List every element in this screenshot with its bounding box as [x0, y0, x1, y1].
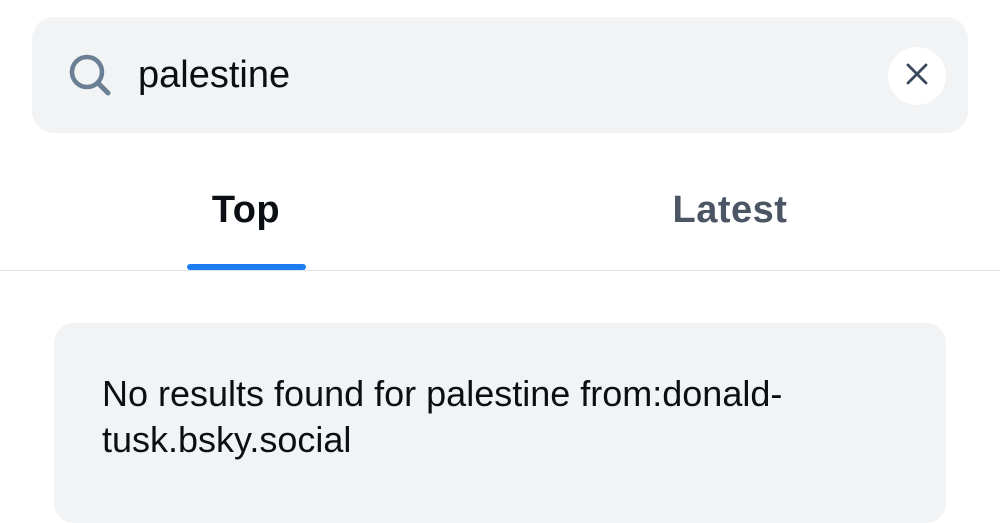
- tab-top[interactable]: Top: [0, 150, 500, 270]
- tab-latest[interactable]: Latest: [480, 150, 980, 270]
- search-icon: [66, 53, 114, 101]
- empty-results-card: No results found for palestine from:dona…: [54, 323, 946, 523]
- clear-search-button[interactable]: [888, 47, 946, 105]
- tab-bar: Top Latest: [0, 150, 1000, 270]
- tab-divider: [0, 270, 1000, 271]
- tab-top-label: Top: [211, 189, 281, 231]
- close-icon: [905, 62, 929, 91]
- no-results-message: No results found for palestine from:dona…: [102, 373, 783, 460]
- search-input[interactable]: [138, 46, 838, 104]
- tab-latest-label: Latest: [672, 189, 788, 231]
